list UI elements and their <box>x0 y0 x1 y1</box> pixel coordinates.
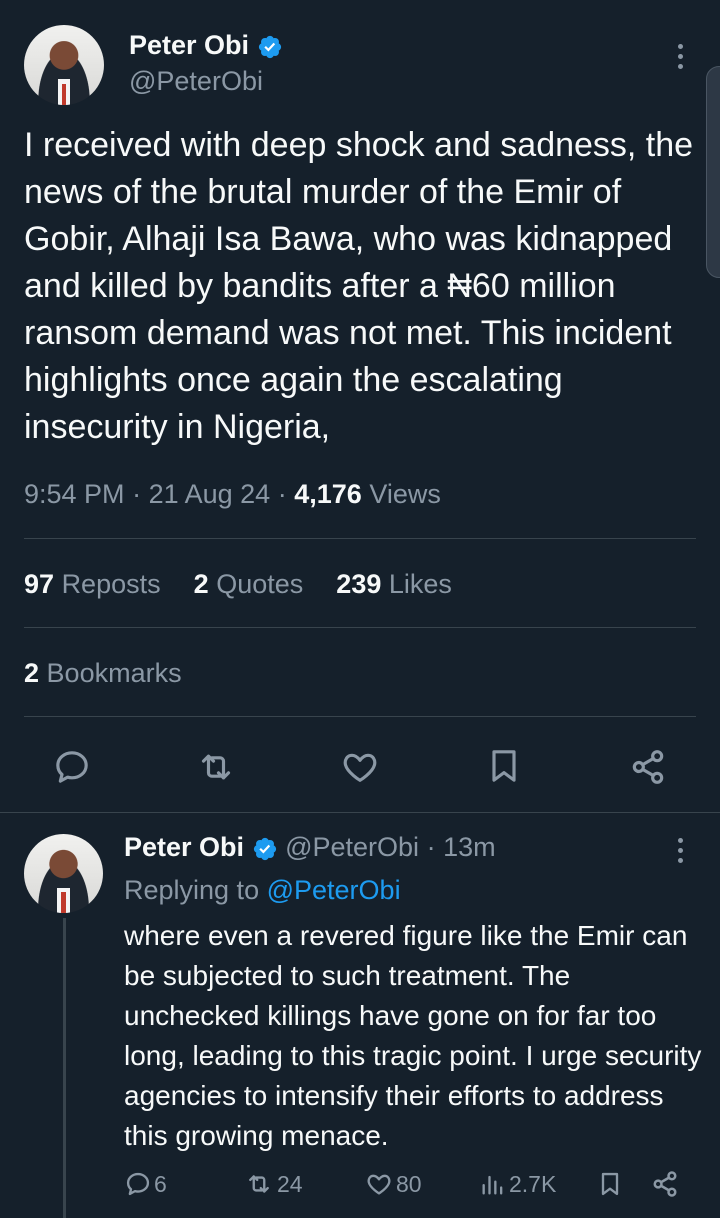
reposts-count: 97 <box>24 569 55 599</box>
bookmark-icon[interactable] <box>484 745 524 787</box>
main-tweet-text: I received with deep shock and sadness, … <box>24 126 694 446</box>
scroll-handle[interactable] <box>706 66 720 278</box>
reply-icon <box>126 1172 150 1196</box>
tweet-date[interactable]: 21 Aug 24 <box>149 479 271 509</box>
reply-likes-count: 80 <box>396 1170 422 1197</box>
divider <box>24 538 696 539</box>
reply-author-avatar[interactable] <box>24 834 103 913</box>
bookmarks-label: Bookmarks <box>46 658 182 688</box>
replying-to-prefix: Replying to <box>124 875 260 905</box>
reply-header: Peter Obi @PeterObi · 13m <box>124 832 496 862</box>
likes-count: 239 <box>336 569 382 599</box>
reply-likes-action[interactable]: 80 <box>364 1170 422 1198</box>
quotes-stat[interactable]: 2 Quotes <box>194 569 311 599</box>
reply-views-count: 2.7K <box>509 1170 557 1197</box>
reply-reposts-action[interactable]: 24 <box>243 1170 303 1198</box>
replying-to-handle[interactable]: @PeterObi <box>267 875 401 905</box>
repost-icon[interactable] <box>195 747 237 787</box>
share-icon[interactable] <box>650 1169 680 1199</box>
main-author-name[interactable]: Peter Obi <box>129 30 249 60</box>
divider <box>24 627 696 628</box>
reply-icon[interactable] <box>52 747 92 787</box>
like-icon[interactable] <box>340 747 380 787</box>
thread-line <box>63 918 66 1218</box>
divider <box>24 716 696 717</box>
likes-label: Likes <box>388 569 452 599</box>
reply-views-action[interactable]: 2.7K <box>479 1170 556 1198</box>
reply-replies-action[interactable]: 6 <box>124 1170 167 1198</box>
repost-icon <box>249 1175 269 1193</box>
main-author-handle[interactable]: @PeterObi <box>129 64 263 98</box>
reply-author-handle[interactable]: @PeterObi <box>285 832 419 862</box>
views-icon <box>482 1175 503 1195</box>
bookmark-icon[interactable] <box>596 1169 624 1199</box>
reposts-stat[interactable]: 97 Reposts <box>24 569 168 599</box>
like-icon <box>367 1174 391 1195</box>
divider <box>0 812 720 813</box>
reply-age[interactable]: 13m <box>443 832 496 862</box>
main-author-name-row: Peter Obi <box>129 28 283 62</box>
reply-reposts-count: 24 <box>277 1170 303 1197</box>
reply-more-icon[interactable] <box>670 832 690 868</box>
engagement-stats: 97 Reposts 2 Quotes 239 Likes <box>24 564 452 604</box>
tweet-meta: 9:54 PM · 21 Aug 24 · 4,176 Views <box>24 479 441 509</box>
tweet-time[interactable]: 9:54 PM <box>24 479 125 509</box>
reply-tweet-text: where even a revered figure like the Emi… <box>124 920 702 1151</box>
verified-badge-icon <box>253 837 276 860</box>
quotes-label: Quotes <box>216 569 304 599</box>
main-more-icon[interactable] <box>670 38 690 74</box>
likes-stat[interactable]: 239 Likes <box>336 569 452 599</box>
reposts-label: Reposts <box>61 569 161 599</box>
main-author-avatar[interactable] <box>24 25 104 105</box>
verified-badge-icon <box>258 35 281 58</box>
quotes-count: 2 <box>193 569 209 599</box>
share-icon[interactable] <box>628 747 668 787</box>
views-count: 4,176 <box>294 479 362 509</box>
replying-to: Replying to @PeterObi <box>124 872 401 908</box>
bookmarks-count: 2 <box>24 658 40 688</box>
reply-author-name[interactable]: Peter Obi <box>124 832 244 862</box>
reply-replies-count: 6 <box>154 1170 167 1197</box>
views-label: Views <box>369 479 441 509</box>
bookmarks-stat[interactable]: 2 Bookmarks <box>24 653 182 693</box>
